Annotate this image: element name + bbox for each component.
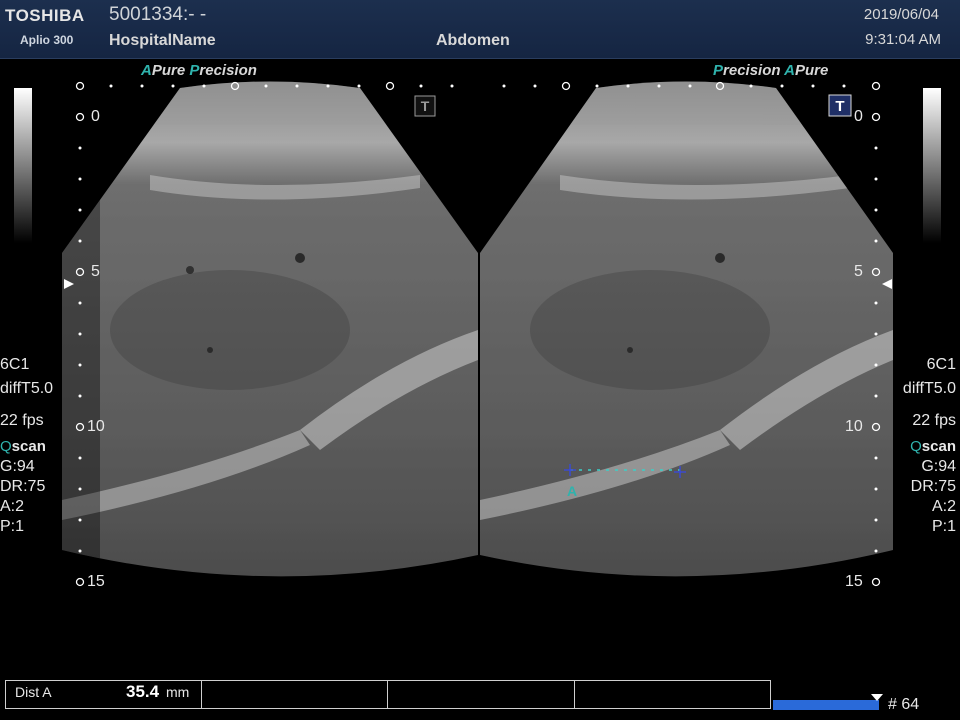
caliper-label: A — [567, 483, 577, 499]
measurement-label: Dist A — [15, 684, 52, 700]
preset-label: diffT5.0 — [0, 380, 54, 397]
p-label: P:1 — [931, 518, 956, 535]
fps-label: 22 fps — [912, 412, 956, 429]
transducer-label: 6C1 — [926, 356, 956, 373]
measurement-unit: mm — [166, 684, 190, 700]
brand-right: Precision APure — [713, 62, 829, 79]
measurement-value: 35.4 — [126, 682, 160, 701]
measurement-cell-dist-a[interactable]: Dist A 35.4 mm — [6, 681, 202, 708]
grayscale-bar-right — [923, 88, 941, 243]
svg-text:T: T — [835, 98, 844, 115]
measurement-cell-empty[interactable] — [388, 681, 575, 708]
depth-label-5-right: 5 — [854, 263, 863, 280]
a-label: A:2 — [0, 498, 25, 515]
cine-progress-fill — [773, 700, 879, 710]
depth-label-0-right: 0 — [854, 108, 863, 125]
depth-label-15-left: 15 — [87, 573, 105, 590]
gain-label: G:94 — [921, 458, 956, 475]
depth-label-15-right: 15 — [845, 573, 863, 590]
depth-label-0-left: 0 — [91, 108, 100, 125]
depth-label-5-left: 5 — [91, 263, 100, 280]
preset-label: diffT5.0 — [902, 380, 956, 397]
measurement-cell-empty[interactable] — [202, 681, 388, 708]
qscan-label: Qscan — [910, 438, 956, 455]
cine-position-marker-icon[interactable] — [871, 694, 883, 702]
measurement-bar: Dist A 35.4 mm — [5, 680, 771, 709]
svg-text:T: T — [421, 98, 430, 114]
transducer-label: 6C1 — [0, 356, 30, 373]
grayscale-bar-left — [14, 88, 32, 243]
measurement-cell-empty[interactable] — [575, 681, 770, 708]
depth-label-10-right: 10 — [845, 418, 863, 435]
left-ultrasound-sector[interactable] — [60, 80, 480, 600]
dynamic-range-label: DR:75 — [910, 478, 956, 495]
cine-progress-bar[interactable] — [773, 700, 879, 710]
qscan-label: Qscan — [0, 438, 46, 455]
gain-label: G:94 — [0, 458, 35, 475]
mode-badge-left: T — [414, 95, 436, 117]
right-ultrasound-sector[interactable] — [476, 80, 896, 600]
a-label: A:2 — [931, 498, 956, 515]
p-label: P:1 — [0, 518, 25, 535]
brand-left: APure Precision — [141, 62, 257, 79]
fps-label: 22 fps — [0, 412, 44, 429]
dynamic-range-label: DR:75 — [0, 478, 46, 495]
depth-label-10-left: 10 — [87, 418, 105, 435]
mode-badge-right: T — [828, 94, 852, 117]
image-area: T T A — [60, 80, 896, 600]
frame-counter: # 64 — [888, 696, 920, 713]
